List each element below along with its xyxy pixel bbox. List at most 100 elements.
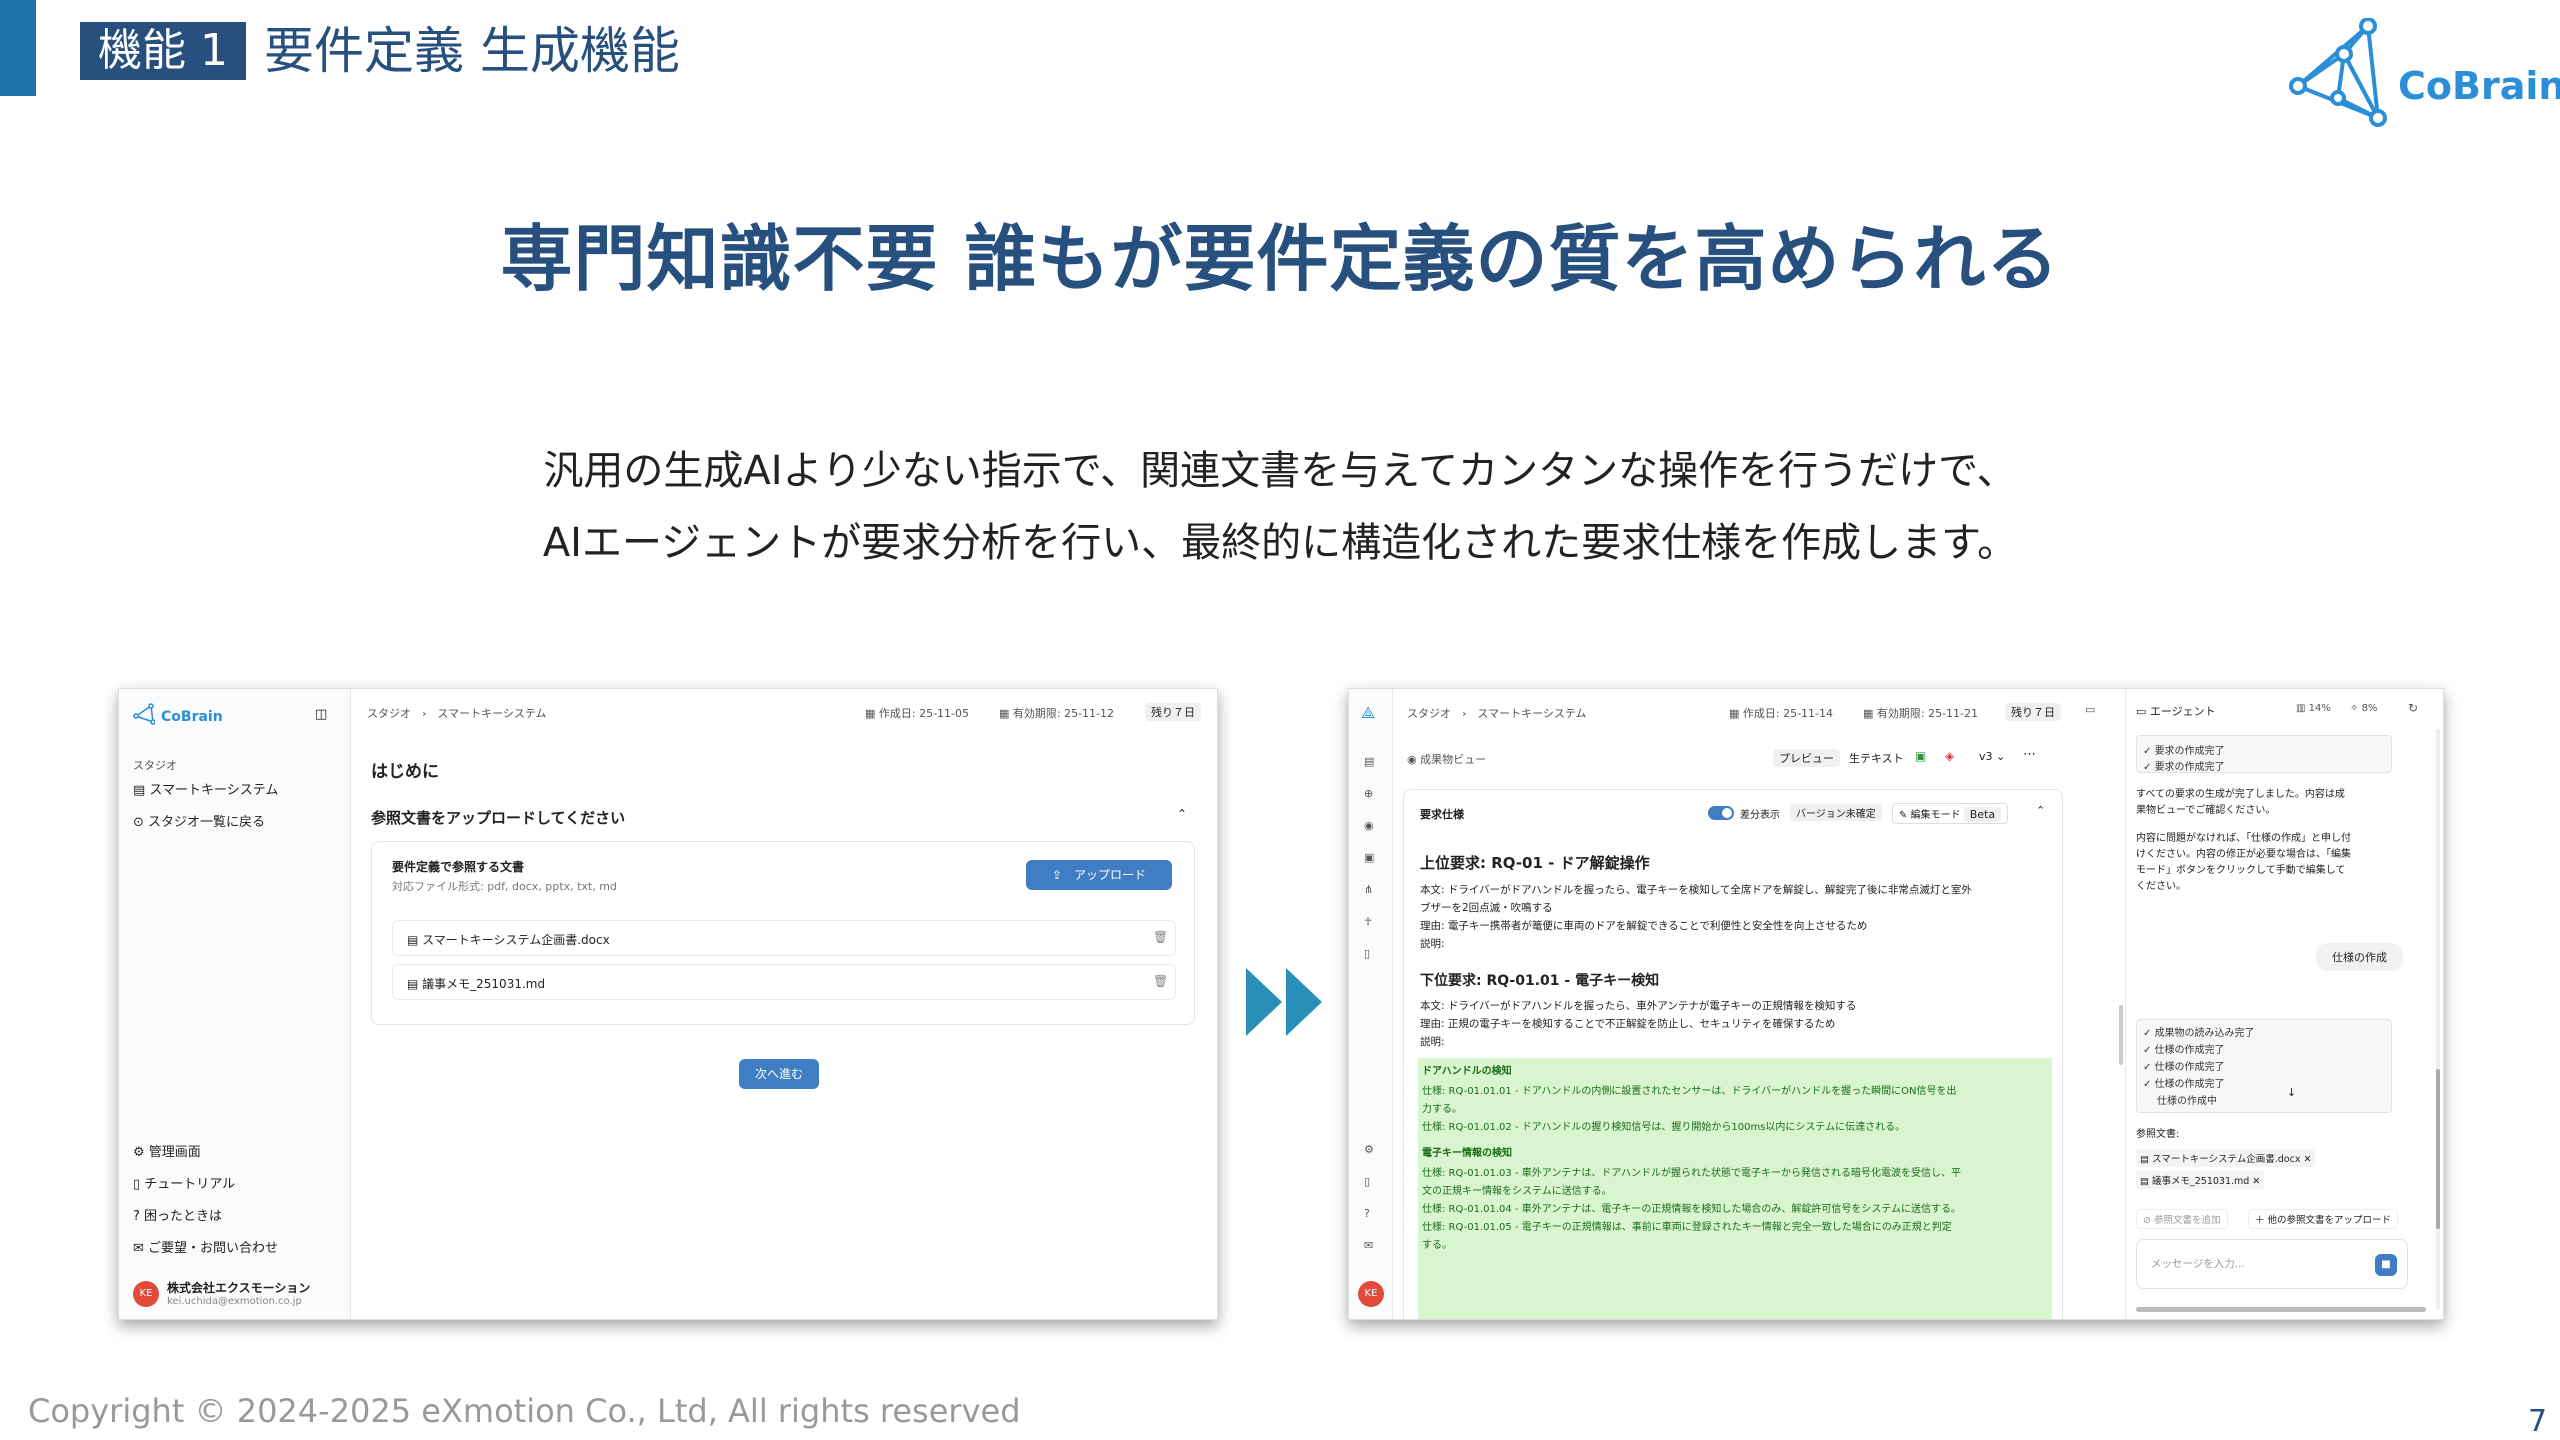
req1-line: 説明: [1420, 938, 1445, 950]
document-icon[interactable]: ▯ [1364, 947, 1370, 960]
arrow-icon [1246, 968, 1282, 1036]
cobrain-small-icon: ⟁ [1361, 703, 1376, 722]
page-title: はじめに [371, 762, 439, 782]
close-icon[interactable]: ✕ [2252, 1176, 2260, 1187]
sidebar-item-back[interactable]: ⊙ スタジオ一覧に戻る [133, 811, 265, 830]
sidebar-item-tutorial[interactable]: ▯ チュートリアル [133, 1173, 235, 1192]
close-icon[interactable]: ✕ [2303, 1154, 2311, 1165]
chevron-up-icon[interactable]: ⌃ [1177, 807, 1187, 821]
eye-icon: ◉ [1407, 753, 1421, 766]
slide: 機能 1 要件定義 生成機能 CoBrain 専門知識不要 誰もが要件定義の質を… [0, 0, 2560, 1440]
gear-icon[interactable]: ⚙ [1364, 1143, 1374, 1156]
next-button[interactable]: 次へ進む [739, 1059, 819, 1089]
spec-card: 要求仕様 差分表示 バージョン未確定 ✎ 編集モード Beta ⌃ 上位要求: … [1403, 789, 2063, 1319]
comment-icon[interactable]: ▭ [2085, 703, 2095, 716]
network-icon[interactable]: ⋔ [1364, 883, 1373, 896]
view-label: ◉ 成果物ビュー [1407, 753, 1487, 766]
progress-box: ✓ 要求の作成完了 ✓ 要求の作成完了 [2136, 735, 2392, 773]
req1-line: 本文: ドライバーがドアハンドルを握ったら、電子キーを検知して全席ドアを解錠し、… [1420, 884, 1972, 896]
ref-label: 参照文書: [2136, 1129, 2180, 1140]
agent-message-line: 内容に問題がなければ、「仕様の作成」と申し付 [2136, 833, 2351, 844]
upload-section-title: 参照文書をアップロードしてください [371, 809, 626, 827]
sidebar-item-contact[interactable]: ✉ ご要望・お問い合わせ [133, 1237, 278, 1256]
image-icon[interactable]: ▣ [1364, 851, 1374, 864]
send-button[interactable]: ■ [2375, 1254, 2397, 1276]
trash-icon[interactable]: 🗑 [1153, 974, 1168, 988]
calendar-icon: ▦ [1863, 707, 1877, 720]
calendar-icon: ▦ [1729, 707, 1743, 720]
folder-icon: ▤ [133, 783, 150, 798]
upload-other-button[interactable]: ＋ 他の参照文書をアップロード [2248, 1209, 2399, 1229]
help-icon: ? [133, 1209, 145, 1224]
agent-message-line: すべての要求の生成が完了しました。内容は成 [2136, 789, 2345, 800]
card-title: 要件定義で参照する文書 [392, 860, 525, 874]
raw-text-tab[interactable]: 生テキスト [1849, 750, 1904, 766]
logo-text: CoBrain [2398, 64, 2560, 108]
diff-toggle[interactable] [1708, 806, 1734, 820]
created-date: ▦ 作成日: 25-11-14 [1729, 707, 1834, 720]
file-icon: ▤ [407, 933, 423, 947]
book-icon: ▯ [133, 1177, 145, 1192]
help-icon[interactable]: ? [1364, 1207, 1370, 1220]
message-input[interactable]: メッセージを入力... ■ [2136, 1239, 2408, 1289]
req1-line: 理由: 電子キー携帯者が篭便に車両のドアを解錠できることで利便性と安全性を向上さ… [1420, 920, 1868, 932]
cobrain-small-icon [133, 703, 155, 725]
user-message-bubble: 仕様の作成 [2316, 943, 2403, 971]
file-row: ▤ 議事メモ_251031.md 🗑 [392, 964, 1176, 1000]
avatar[interactable]: KE [1358, 1281, 1384, 1307]
sidebar-item-project[interactable]: ▤ スマートキーシステム [133, 779, 278, 798]
arrow-icon [1286, 968, 1322, 1036]
agent-title: ▭ エージェント [2136, 705, 2216, 718]
collapse-sidebar-icon[interactable]: ◫ [315, 707, 327, 722]
refresh-icon[interactable]: ↻ [2408, 701, 2418, 715]
screenshot-spec: ⟁ ▤ ⊕ ◉ ▣ ⋔ ☥ ▯ ⚙ ▯ ? ✉ KE スタジオ › スマートキー… [1348, 688, 2444, 1320]
spark-icon: ✧ [2350, 703, 2362, 714]
folder-icon[interactable]: ▤ [1364, 755, 1374, 768]
card-formats: 対応ファイル形式: pdf, docx, pptx, txt, md [392, 880, 617, 893]
ref-chip: ▤ 議事メモ_251031.md ✕ [2136, 1171, 2265, 1189]
section-title: 要件定義 生成機能 [264, 22, 680, 80]
calendar-icon: ▦ [865, 707, 879, 720]
file-icon: ▤ [2140, 1154, 2152, 1165]
plus-icon[interactable]: ⊕ [1364, 787, 1373, 800]
sidebar-item-help[interactable]: ? 困ったときは [133, 1205, 222, 1224]
mail-icon[interactable]: ✉ [1364, 1239, 1373, 1252]
req1-line: ブザーを2回点滅・吹鳴する [1420, 902, 1553, 914]
eraser-icon[interactable]: ◈ [1945, 749, 1954, 763]
req1-title: 上位要求: RQ-01 - ドア解錠操作 [1420, 854, 1650, 872]
edit-mode-button[interactable]: ✎ 編集モード Beta [1892, 803, 2009, 824]
upload-button[interactable]: ⇪ アップロード [1026, 860, 1172, 890]
paperclip-icon: ⊘ [2143, 1215, 2154, 1226]
screenshot-upload: CoBrain ◫ スタジオ ▤ スマートキーシステム ⊙ スタジオ一覧に戻る … [118, 688, 1218, 1320]
more-icon[interactable]: ⋯ [2023, 747, 2036, 762]
horizontal-scrollbar[interactable] [2136, 1307, 2426, 1312]
usage-2: ✧ 8% [2350, 703, 2378, 714]
req2-line: 本文: ドライバーがドアハンドルを握ったら、車外アンテナが電子キーの正規情報を検… [1420, 1000, 1857, 1012]
book-icon[interactable]: ▯ [1364, 1175, 1370, 1188]
avatar[interactable]: KE [133, 1281, 159, 1307]
user-company: 株式会社エクスモーション [167, 1281, 311, 1295]
upload-card: 要件定義で参照する文書 対応ファイル形式: pdf, docx, pptx, t… [371, 841, 1195, 1025]
person-icon[interactable]: ☥ [1364, 915, 1372, 928]
chevron-up-icon[interactable]: ⌃ [2036, 804, 2045, 817]
agent-message-line: モード」ボタンをクリックして手動で編集して [2136, 865, 2346, 876]
preview-tab[interactable]: プレビュー [1773, 749, 1840, 767]
sidebar-item-admin[interactable]: ⚙ 管理画面 [133, 1141, 201, 1160]
diff-label: 差分表示 [1740, 810, 1780, 821]
add-ref-button[interactable]: ⊘ 参照文書を追加 [2136, 1209, 2228, 1229]
agent-message-line: 果物ビューでご確認ください。 [2136, 805, 2276, 816]
target-icon[interactable]: ◉ [1364, 819, 1374, 832]
scrollbar[interactable] [2436, 729, 2440, 1309]
trash-icon[interactable]: 🗑 [1153, 930, 1168, 944]
arrow-down-icon[interactable]: ↓ [2287, 1086, 2296, 1099]
breadcrumb: スタジオ › スマートキーシステム [1407, 707, 1587, 720]
ref-chip: ▤ スマートキーシステム企画書.docx ✕ [2136, 1149, 2316, 1167]
upload-icon: ⇪ [1051, 868, 1075, 882]
input-placeholder: メッセージを入力... [2151, 1258, 2245, 1270]
usage-1: ▥ 14% [2296, 703, 2331, 714]
diff-highlight: ドアハンドルの検知 仕様: RQ-01.01.01 - ドアハンドルの内側に設置… [1418, 1058, 2052, 1319]
panel-resize-handle[interactable] [2119, 1005, 2123, 1065]
version-select[interactable]: v3 ⌄ [1979, 750, 2005, 763]
headline: 専門知識不要 誰もが要件定義の質を高められる [500, 217, 2060, 301]
save-icon[interactable]: ▣ [1915, 749, 1926, 763]
